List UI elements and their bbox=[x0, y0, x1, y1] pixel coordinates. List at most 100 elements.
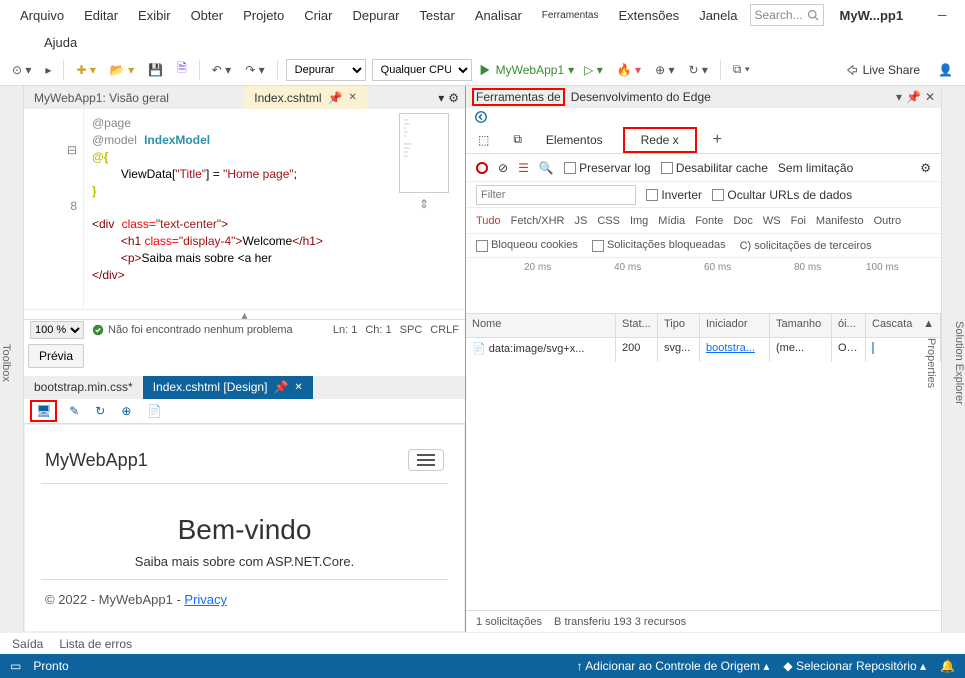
type-fetch[interactable]: Fetch/XHR bbox=[511, 215, 565, 227]
fwd-button[interactable]: ▸ bbox=[41, 61, 55, 79]
tab-error-list[interactable]: Lista de erros bbox=[59, 637, 132, 651]
tab-bootstrap-css[interactable]: bootstrap.min.css* bbox=[24, 376, 143, 399]
code-editor[interactable]: ⊟ 8 @page @model IndexModel @{ ViewData[… bbox=[24, 109, 465, 309]
devtools-toggle-button[interactable]: 🖥 bbox=[30, 400, 57, 422]
type-media[interactable]: Mídia bbox=[658, 215, 685, 227]
save-all-button[interactable]: 🗎 bbox=[173, 57, 191, 82]
network-timeline[interactable]: 20 ms 40 ms 60 ms 80 ms 100 ms bbox=[466, 258, 941, 314]
config-select[interactable]: Depurar bbox=[286, 59, 366, 81]
filter-toggle-button[interactable]: ☰ bbox=[518, 161, 529, 175]
menu-extensions[interactable]: Extensões bbox=[610, 4, 687, 27]
browser-button[interactable]: ⊕ ▾ bbox=[651, 61, 678, 79]
close-icon[interactable]: ✕ bbox=[349, 92, 357, 103]
col-waterfall[interactable]: Cascata ▲ bbox=[866, 314, 941, 337]
tab-output[interactable]: Saída bbox=[12, 637, 43, 651]
undo-button[interactable]: ↶ ▾ bbox=[208, 61, 235, 79]
zoom-select[interactable]: 100 % bbox=[30, 321, 84, 339]
back-button[interactable]: ⊙ ▾ bbox=[8, 61, 35, 79]
close-icon[interactable]: ✕ bbox=[925, 90, 935, 104]
platform-select[interactable]: Qualquer CPU bbox=[372, 59, 472, 81]
menu-edit[interactable]: Editar bbox=[76, 4, 126, 27]
menu-help[interactable]: Ajuda bbox=[36, 31, 85, 54]
device-icon[interactable]: ⧉ bbox=[509, 130, 526, 149]
menu-create[interactable]: Criar bbox=[296, 4, 340, 27]
repo-select-button[interactable]: ◆ Selecionar Repositório ▴ bbox=[783, 659, 926, 673]
type-css[interactable]: CSS bbox=[597, 215, 620, 227]
tab-elements[interactable]: Elementos bbox=[542, 131, 607, 149]
network-row[interactable]: 📄 data:image/svg+x... 200 svg... bootstr… bbox=[466, 338, 941, 362]
clear-button[interactable]: ⊘ bbox=[498, 161, 508, 175]
search-button[interactable]: 🔍 bbox=[539, 161, 554, 175]
save-button[interactable]: 💾 bbox=[144, 61, 167, 79]
notifications-icon[interactable]: 🔔 bbox=[940, 659, 955, 673]
type-font[interactable]: Fonte bbox=[695, 215, 723, 227]
col-name[interactable]: Nome bbox=[466, 314, 616, 337]
menu-project[interactable]: Projeto bbox=[235, 4, 292, 27]
add-tab-button[interactable]: + bbox=[713, 131, 722, 149]
minimap[interactable]: ━━━━━━━━━━━━━━━━━━━━ bbox=[399, 113, 449, 193]
rail-properties[interactable]: Properties bbox=[925, 338, 937, 388]
back-arrow-icon[interactable] bbox=[474, 110, 488, 124]
new-file-button[interactable]: ✚ ▾ bbox=[72, 61, 99, 79]
filter-input[interactable] bbox=[476, 185, 636, 205]
blocked-requests-checkbox[interactable]: Solicitações bloqueadas bbox=[592, 239, 726, 251]
close-icon[interactable]: ✕ bbox=[294, 382, 302, 393]
tab-network[interactable]: Rede x bbox=[623, 127, 697, 153]
col-type[interactable]: Tipo bbox=[658, 314, 700, 337]
pin-icon[interactable]: 📌 bbox=[328, 91, 343, 105]
open-button[interactable]: 📂 ▾ bbox=[106, 61, 138, 79]
rail-solution-explorer[interactable]: Solution Explorer bbox=[953, 321, 965, 405]
pin-icon[interactable]: 📌 bbox=[273, 380, 288, 394]
privacy-link[interactable]: Privacy bbox=[184, 592, 227, 607]
throttle-select[interactable]: Sem limitação bbox=[778, 161, 853, 175]
tab-overview[interactable]: MyWebApp1: Visão geral bbox=[24, 86, 179, 109]
preserve-log-checkbox[interactable]: Preservar log bbox=[564, 161, 651, 175]
menu-debug[interactable]: Depurar bbox=[344, 4, 407, 27]
disable-cache-checkbox[interactable]: Desabilitar cache bbox=[661, 161, 768, 175]
menu-view[interactable]: Exibir bbox=[130, 4, 179, 27]
type-img[interactable]: Img bbox=[630, 215, 648, 227]
type-other[interactable]: Outro bbox=[874, 215, 902, 227]
search-box[interactable]: Search... bbox=[750, 4, 824, 26]
globe-button[interactable]: ⊕ bbox=[117, 402, 135, 420]
hot-reload-button[interactable]: 🔥 ▾ bbox=[613, 61, 645, 79]
live-share-button[interactable]: Live Share bbox=[845, 63, 920, 77]
source-control-button[interactable]: ↑ Adicionar ao Controle de Origem ▴ bbox=[577, 659, 770, 673]
record-button[interactable] bbox=[476, 162, 488, 174]
minimize-button[interactable]: ─ bbox=[927, 4, 957, 26]
inspect-icon[interactable]: ⬚ bbox=[474, 131, 493, 149]
file-button[interactable]: 📄 bbox=[143, 402, 166, 420]
play-outline-button[interactable]: ▷ ▾ bbox=[580, 61, 607, 79]
layout-button[interactable]: ⧉ ▾ bbox=[729, 60, 754, 79]
menu-window[interactable]: Janela bbox=[691, 4, 745, 27]
chevron-down-icon[interactable]: ▾ bbox=[438, 91, 444, 105]
col-initiator[interactable]: Iniciador bbox=[700, 314, 770, 337]
type-foi[interactable]: Foi bbox=[791, 215, 806, 227]
admin-button[interactable]: 👤 bbox=[934, 61, 957, 79]
brand-text[interactable]: MyWebApp1 bbox=[45, 450, 148, 471]
col-status[interactable]: Stat... bbox=[616, 314, 658, 337]
preview-button[interactable]: Prévia bbox=[28, 344, 84, 367]
type-ws[interactable]: WS bbox=[763, 215, 781, 227]
split-handle[interactable]: ▴ bbox=[24, 309, 465, 319]
refresh-button[interactable]: ↻ bbox=[91, 402, 109, 420]
left-rail-toolbox[interactable]: Toolbox bbox=[0, 86, 24, 632]
no-issues-indicator[interactable]: Não foi encontrado nenhum problema bbox=[92, 324, 293, 336]
col-time[interactable]: ói... bbox=[832, 314, 866, 337]
refresh-button[interactable]: ↻ ▾ bbox=[684, 61, 711, 79]
col-size[interactable]: Tamanho bbox=[770, 314, 832, 337]
hamburger-button[interactable] bbox=[408, 449, 444, 471]
blocked-cookies-checkbox[interactable]: Bloqueou cookies bbox=[476, 239, 578, 251]
settings-icon[interactable]: ⚙ bbox=[920, 161, 931, 175]
menu-analyze[interactable]: Analisar bbox=[467, 4, 530, 27]
type-all[interactable]: Tudo bbox=[476, 215, 501, 227]
invert-checkbox[interactable]: Inverter bbox=[646, 188, 702, 202]
menu-test[interactable]: Testar bbox=[411, 4, 462, 27]
dropdown-icon[interactable]: ▾ bbox=[896, 90, 902, 104]
type-doc[interactable]: Doc bbox=[733, 215, 753, 227]
tab-index-design[interactable]: Index.cshtml [Design] 📌 ✕ bbox=[143, 376, 313, 399]
gear-icon[interactable]: ⚙ bbox=[448, 91, 459, 105]
edit-button[interactable]: ✎ bbox=[65, 402, 83, 420]
maximize-button[interactable]: ☐ bbox=[959, 4, 965, 26]
redo-button[interactable]: ↷ ▾ bbox=[241, 61, 268, 79]
